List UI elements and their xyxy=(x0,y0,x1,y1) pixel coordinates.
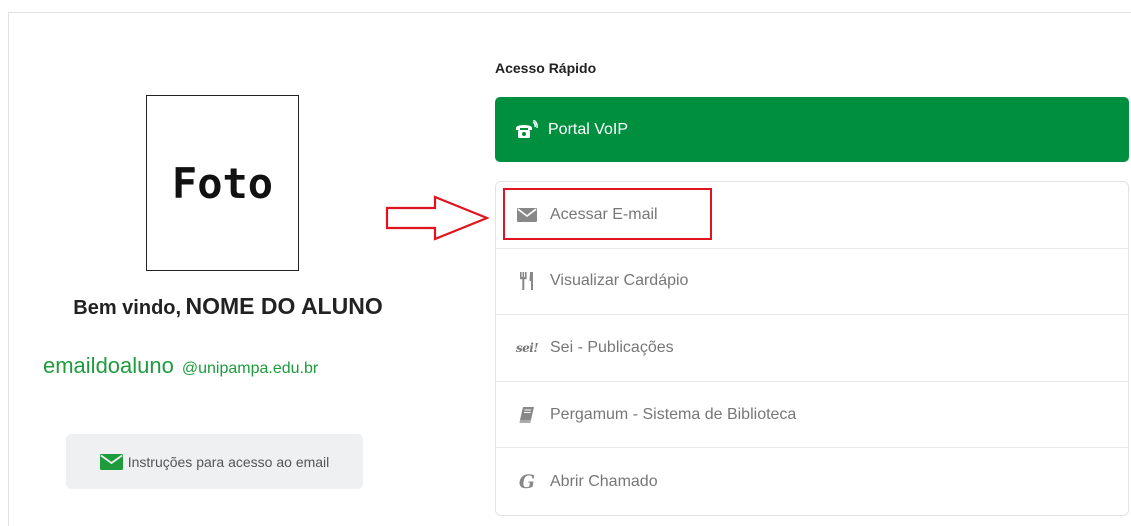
envelope-icon xyxy=(99,453,123,470)
list-item-label: Visualizar Cardápio xyxy=(550,272,689,290)
portal-voip-button[interactable]: Portal VoIP xyxy=(495,97,1129,162)
email-instructions-button[interactable]: Instruções para acesso ao email xyxy=(66,434,363,489)
photo-placeholder-label: Foto xyxy=(171,158,274,208)
annotation-arrow-icon xyxy=(385,195,489,241)
envelope-icon xyxy=(516,207,538,222)
list-item-label: Abrir Chamado xyxy=(550,472,658,490)
quick-access-title: Acesso Rápido xyxy=(495,60,597,76)
list-item-label: Pergamum - Sistema de Biblioteca xyxy=(550,405,797,423)
portal-voip-label: Portal VoIP xyxy=(548,120,629,138)
email-instructions-label: Instruções para acesso ao email xyxy=(127,453,330,470)
list-item-sei[interactable]: sei! Sei - Publicações xyxy=(496,315,1128,382)
list-item-cardapio[interactable]: Visualizar Cardápio xyxy=(496,249,1128,316)
sei-icon: sei! xyxy=(515,340,539,355)
cutlery-icon xyxy=(516,272,538,291)
list-item-pergamum[interactable]: Pergamum - Sistema de Biblioteca xyxy=(496,382,1128,449)
welcome-greeting: Bem vindo, xyxy=(73,297,182,319)
book-icon xyxy=(516,406,538,424)
quick-access-list: Acessar E-mail Visualizar Cardápio sei! … xyxy=(495,181,1129,516)
phone-icon xyxy=(514,119,538,140)
sei-icon-text: sei! xyxy=(515,340,539,355)
list-item-email[interactable]: Acessar E-mail xyxy=(496,182,1128,249)
email-user: emaildoaluno xyxy=(43,353,174,378)
list-item-chamado[interactable]: G Abrir Chamado xyxy=(496,448,1128,515)
list-item-label: Acessar E-mail xyxy=(550,205,658,223)
list-item-label: Sei - Publicações xyxy=(550,338,674,356)
g-icon-text: G xyxy=(518,470,536,493)
student-email: emaildoaluno @unipampa.edu.br xyxy=(43,353,318,379)
profile-photo: Foto xyxy=(146,95,299,271)
welcome-message: Bem vindo, NOME DO ALUNO xyxy=(0,293,456,320)
g-icon: G xyxy=(516,471,538,493)
student-name: NOME DO ALUNO xyxy=(185,293,383,319)
email-domain: @unipampa.edu.br xyxy=(181,360,319,377)
